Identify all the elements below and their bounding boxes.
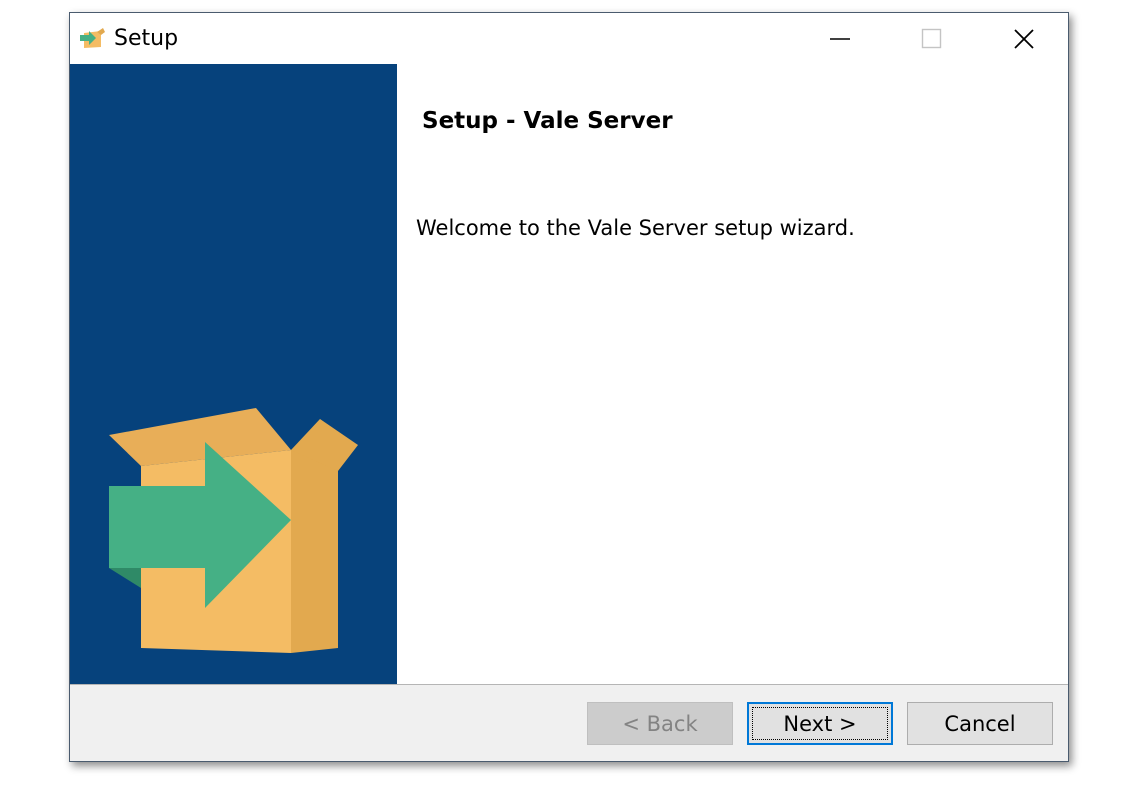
minimize-button[interactable] (794, 13, 886, 64)
next-button[interactable]: Next > (747, 702, 893, 745)
welcome-text: Welcome to the Vale Server setup wizard. (416, 216, 855, 240)
wizard-sidebar-banner (70, 64, 397, 684)
cancel-button[interactable]: Cancel (907, 702, 1053, 745)
setup-window: Setup Setup - Vale Server Welcome to the… (69, 12, 1069, 762)
close-icon (1014, 28, 1034, 49)
wizard-content: Setup - Vale Server Welcome to the Vale … (397, 64, 1068, 684)
focus-rectangle (752, 707, 888, 740)
close-button[interactable] (978, 13, 1070, 64)
maximize-button[interactable] (886, 13, 978, 64)
back-button[interactable]: < Back (587, 702, 733, 745)
maximize-icon (921, 28, 942, 48)
window-title: Setup (114, 26, 179, 51)
page-title: Setup - Vale Server (422, 108, 673, 134)
button-bar: < Back Next > Cancel (70, 684, 1068, 761)
setup-box-icon (80, 28, 105, 48)
install-box-illustration (109, 408, 358, 653)
title-bar[interactable]: Setup (70, 13, 1068, 64)
minimize-icon (830, 37, 850, 40)
